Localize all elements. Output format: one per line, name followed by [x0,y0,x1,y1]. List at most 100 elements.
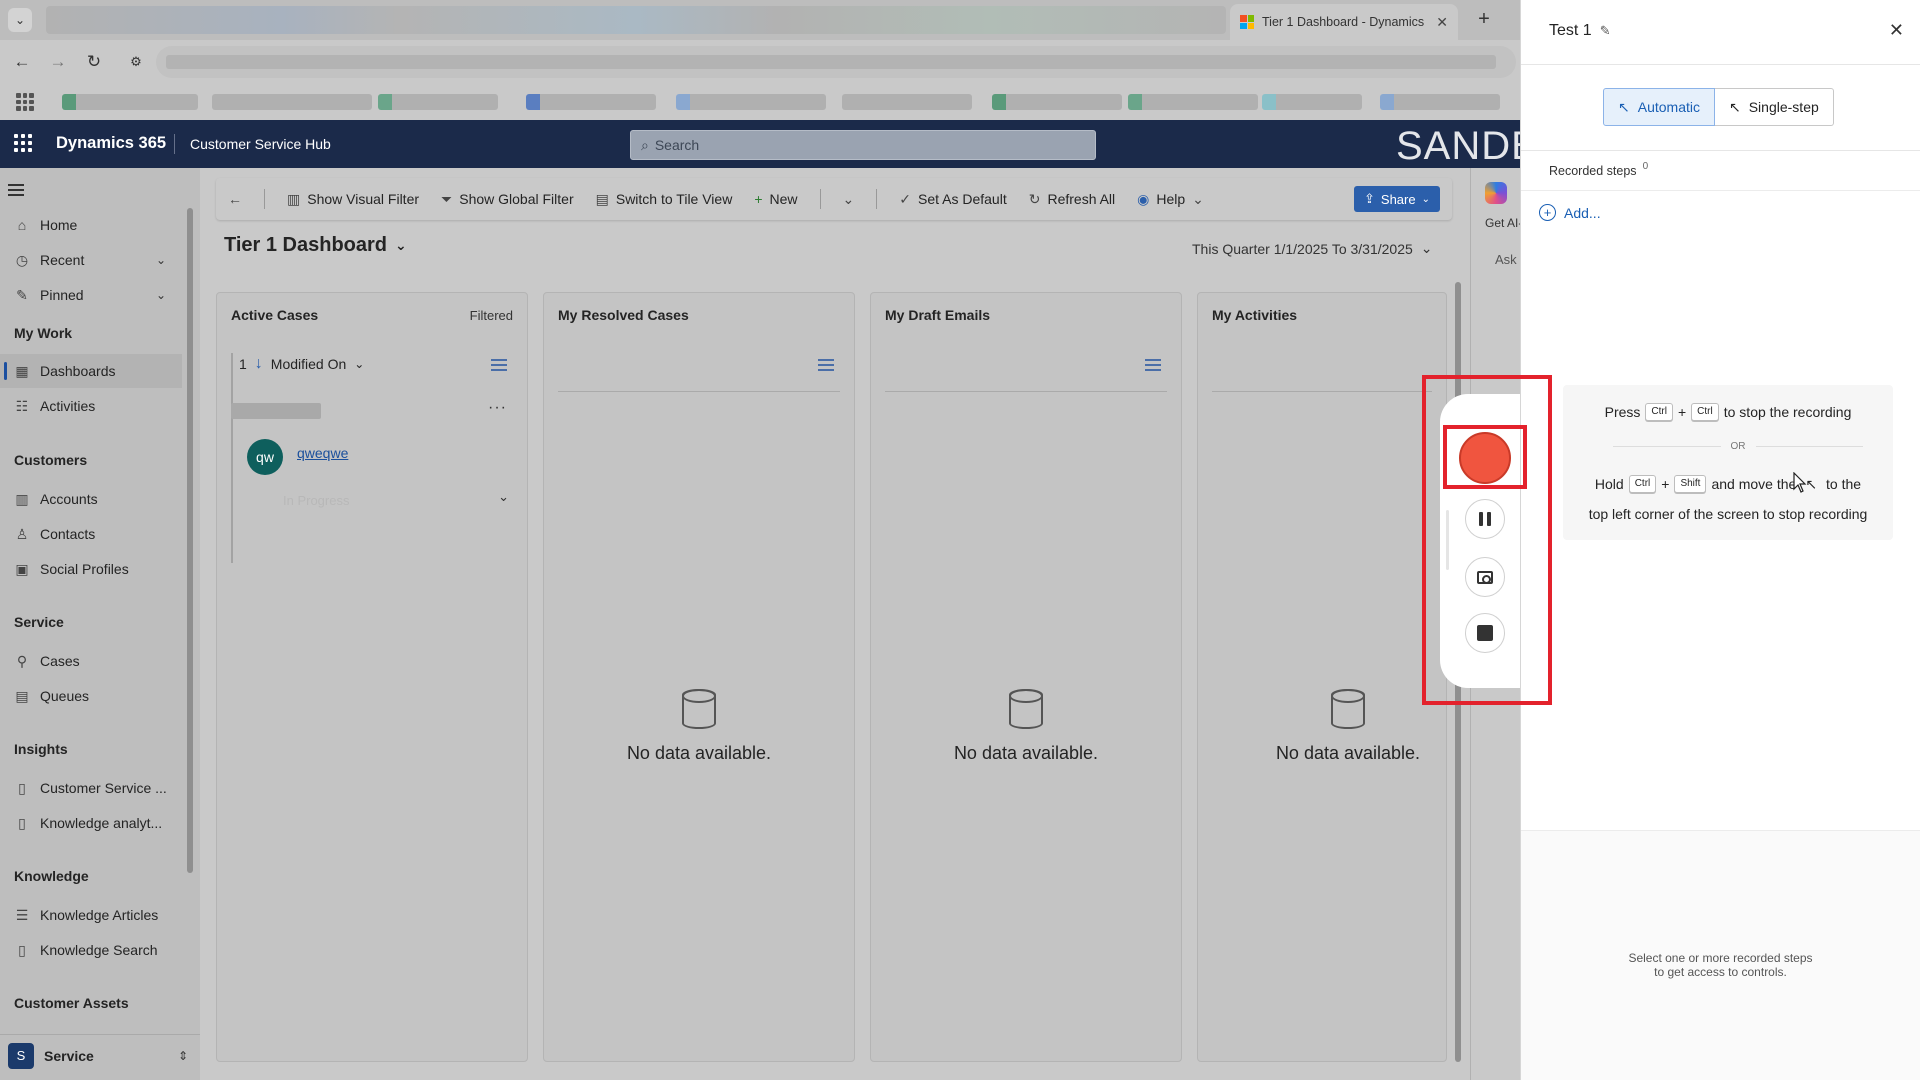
sidebar-item-customer-service-insights[interactable]: ▯ Customer Service ... [0,771,182,805]
sidebar-item-recent[interactable]: ◷ Recent ⌄ [0,243,182,277]
button-label: Single-step [1748,99,1819,115]
list-item[interactable]: qw qweqwe [247,439,348,475]
sidebar-item-label: Accounts [40,491,98,507]
case-title-link[interactable]: qweqwe [297,445,348,461]
sidebar-item-accounts[interactable]: ▥ Accounts [0,482,182,516]
help-button[interactable]: ◉ Help ⌄ [1137,191,1204,208]
automatic-mode-button[interactable]: ↖ Automatic [1603,88,1715,126]
divider [1521,150,1920,151]
share-button[interactable]: ⇪ Share ⌄ [1354,186,1440,212]
empty-state: No data available. [544,689,854,764]
chevron-down-icon[interactable]: ⌄ [156,288,176,302]
brand-name[interactable]: Dynamics 365 [56,134,166,153]
address-bar[interactable] [156,46,1516,78]
bookmark-item[interactable] [1128,94,1258,110]
sidebar-item-queues[interactable]: ▤ Queues [0,679,182,713]
bookmark-item[interactable] [1262,94,1362,110]
tab-search-button[interactable]: ⌄ [8,8,32,32]
sidebar-scrollbar[interactable] [187,208,193,873]
area-label: Service [44,1047,94,1064]
bookmark-item[interactable] [526,94,656,110]
article-icon: ☰ [15,906,29,923]
bookmark-item[interactable] [212,94,372,110]
sidebar-item-dashboards[interactable]: ▦ Dashboards [0,354,182,388]
expand-chevron-icon[interactable]: ⌄ [498,489,509,505]
sidebar-item-home[interactable]: ⌂ Home [0,208,182,242]
bookmark-item[interactable] [992,94,1122,110]
show-global-filter-button[interactable]: ⏷ Show Global Filter [441,191,574,208]
divider [1521,190,1920,191]
sidebar-item-label: Pinned [40,287,84,303]
back-arrow-icon[interactable]: ← [10,50,34,74]
view-list-icon[interactable] [491,359,507,371]
nav-group-insights: Insights [14,741,68,757]
hint-text: to the [1826,476,1862,492]
sidebar-item-knowledge-analytics[interactable]: ▯ Knowledge analyt... [0,806,182,840]
show-visual-filter-button[interactable]: ▥ Show Visual Filter [287,191,419,208]
recorded-steps-count: 0 [1642,161,1649,172]
new-button[interactable]: + New [754,191,797,207]
close-tab-icon[interactable]: ✕ [1436,14,1448,31]
global-search-input[interactable]: ⌕ Search [630,130,1096,160]
set-as-default-button[interactable]: ✓ Set As Default [899,191,1006,208]
new-tab-button[interactable]: + [1472,8,1496,32]
app-launcher-icon[interactable] [14,134,32,152]
bookmark-item[interactable] [1380,94,1500,110]
bookmark-item[interactable] [676,94,826,110]
back-button[interactable]: ← [228,191,242,207]
checkmark-icon: ✓ [899,190,911,207]
sidebar-item-contacts[interactable]: ♙ Contacts [0,517,182,551]
nav-group-my-work: My Work [14,325,73,341]
site-settings-icon[interactable]: ⚙ [124,50,148,74]
copilot-ask[interactable]: Ask [1495,252,1517,267]
social-profile-icon: ▣ [15,560,29,577]
refresh-all-button[interactable]: ↻ Refresh All [1029,191,1115,208]
sidebar-item-knowledge-articles[interactable]: ☰ Knowledge Articles [0,898,182,932]
forward-arrow-icon[interactable]: → [46,50,70,74]
switch-tile-view-button[interactable]: ▤ Switch to Tile View [596,191,733,208]
date-period-selector[interactable]: This Quarter 1/1/2025 To 3/31/2025 ⌄ [1192,240,1433,257]
button-label: Add... [1564,204,1601,221]
chevron-updown-icon: ⇕ [177,1048,188,1063]
add-step-button[interactable]: + Add... [1539,204,1601,221]
bookmark-item[interactable] [62,94,198,110]
sidebar-item-cases[interactable]: ⚲ Cases [0,644,182,678]
sidebar-item-activities[interactable]: ☷ Activities [0,389,182,423]
single-step-mode-button[interactable]: ↖ Single-step [1714,88,1834,126]
sidebar: ⌂ Home ◷ Recent ⌄ ✎ Pinned ⌄ My Work ▦ D… [0,168,200,1080]
sidebar-item-label: Activities [40,398,96,414]
active-browser-tab[interactable]: Tier 1 Dashboard - Dynamics 365 ✕ [1230,4,1458,40]
chevron-down-icon: ⌄ [842,190,855,207]
hint-line-1: Press Ctrl + Ctrl to stop the recording [1563,403,1893,421]
sidebar-item-pinned[interactable]: ✎ Pinned ⌄ [0,278,182,312]
view-list-icon[interactable] [818,359,834,371]
close-icon[interactable]: ✕ [1889,20,1904,41]
view-list-icon[interactable] [1145,359,1161,371]
sidebar-item-social-profiles[interactable]: ▣ Social Profiles [0,552,182,586]
chevron-down-icon[interactable]: ⌄ [156,253,176,267]
chevron-down-icon: ⌄ [1192,190,1204,207]
record-button-highlight-frame [1443,425,1527,489]
filtered-label[interactable]: Filtered [470,308,513,323]
more-options-icon[interactable]: ··· [488,399,507,417]
area-switcher[interactable]: S Service ⇕ [0,1034,200,1076]
sidebar-item-knowledge-search[interactable]: ▯ Knowledge Search [0,933,182,967]
copilot-logo-icon[interactable] [1485,182,1507,204]
bookmark-item[interactable] [842,94,972,110]
apps-grid-icon[interactable] [16,93,34,111]
reload-icon[interactable]: ↻ [82,50,106,74]
hamburger-menu-icon[interactable] [8,184,24,196]
command-divider [876,189,878,209]
building-icon: ▥ [15,490,29,507]
recorded-steps-label: Recorded steps [1549,164,1637,178]
edit-pencil-icon[interactable]: ✎ [1600,23,1611,39]
new-dropdown-button[interactable]: ⌄ [843,191,855,208]
bookmark-item[interactable] [378,94,498,110]
dashboard-selector[interactable]: Tier 1 Dashboard ⌄ [224,234,407,257]
hint-line-3: top left corner of the screen to stop re… [1563,506,1893,522]
app-name[interactable]: Customer Service Hub [190,136,331,152]
database-icon [1009,689,1043,729]
book-search-icon: ▯ [18,941,26,958]
nav-group-customers: Customers [14,452,88,468]
sort-control[interactable]: 1 ↓ Modified On ⌄ [239,355,364,373]
